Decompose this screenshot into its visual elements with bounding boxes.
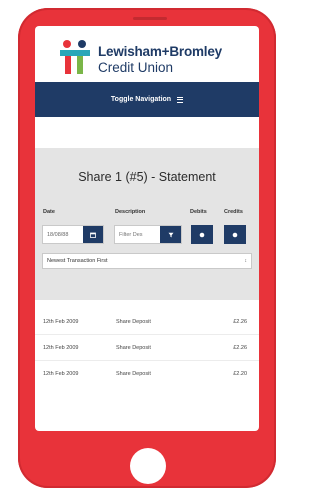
- calendar-button[interactable]: [83, 226, 103, 243]
- sort-icon: [232, 232, 238, 237]
- transaction-date: 12th Feb 2009: [43, 345, 79, 351]
- table-row[interactable]: 12th Feb 2009 Share Deposit £2.26: [35, 335, 259, 361]
- brand-subtitle: Credit Union: [98, 60, 174, 75]
- filter-button[interactable]: [160, 226, 181, 243]
- date-column-label: Date: [43, 209, 55, 215]
- sort-order-value: Newest Transaction First: [47, 258, 108, 264]
- transaction-date: 12th Feb 2009: [43, 371, 79, 377]
- credit-union-logo: [60, 40, 90, 74]
- brand-name: Lewisham+Bromley: [98, 44, 222, 59]
- sort-icon: [199, 232, 205, 237]
- transaction-description: Share Deposit: [116, 345, 151, 351]
- description-filter-input[interactable]: [115, 226, 160, 243]
- toggle-navigation-bar[interactable]: Toggle Navigation: [35, 82, 259, 117]
- transaction-description: Share Deposit: [116, 319, 151, 325]
- credits-column-label: Credits: [224, 209, 243, 215]
- date-input[interactable]: [43, 226, 83, 243]
- statement-panel: Share 1 (#5) - Statement Date Descriptio…: [35, 148, 259, 300]
- sort-order-select[interactable]: Newest Transaction First ↕: [42, 253, 252, 269]
- table-row[interactable]: 12th Feb 2009 Share Deposit £2.26: [35, 309, 259, 335]
- transaction-amount: £2.26: [233, 319, 247, 325]
- credits-sort-button[interactable]: [224, 225, 246, 244]
- home-button[interactable]: [130, 448, 166, 484]
- transaction-description: Share Deposit: [116, 371, 151, 377]
- chevron-down-icon: ↕: [244, 258, 248, 264]
- phone-screen: Lewisham+Bromley Credit Union Toggle Nav…: [35, 26, 259, 431]
- hamburger-menu-icon: [177, 96, 184, 103]
- debits-sort-button[interactable]: [191, 225, 213, 244]
- page-title: Share 1 (#5) - Statement: [78, 170, 216, 184]
- brand-header[interactable]: Lewisham+Bromley Credit Union: [60, 39, 259, 79]
- description-column-label: Description: [115, 209, 146, 215]
- transaction-amount: £2.26: [233, 345, 247, 351]
- description-filter: [114, 225, 182, 244]
- debits-column-label: Debits: [190, 209, 207, 215]
- transaction-date: 12th Feb 2009: [43, 319, 79, 325]
- filter-icon: [168, 232, 173, 237]
- transaction-amount: £2.20: [233, 371, 247, 377]
- speaker-slot: [133, 17, 167, 20]
- table-row[interactable]: 12th Feb 2009 Share Deposit £2.20: [35, 361, 259, 387]
- date-filter: [42, 225, 104, 244]
- calendar-icon: [90, 232, 96, 238]
- toggle-navigation-label: Toggle Navigation: [110, 96, 172, 103]
- phone-frame: Lewisham+Bromley Credit Union Toggle Nav…: [18, 8, 276, 488]
